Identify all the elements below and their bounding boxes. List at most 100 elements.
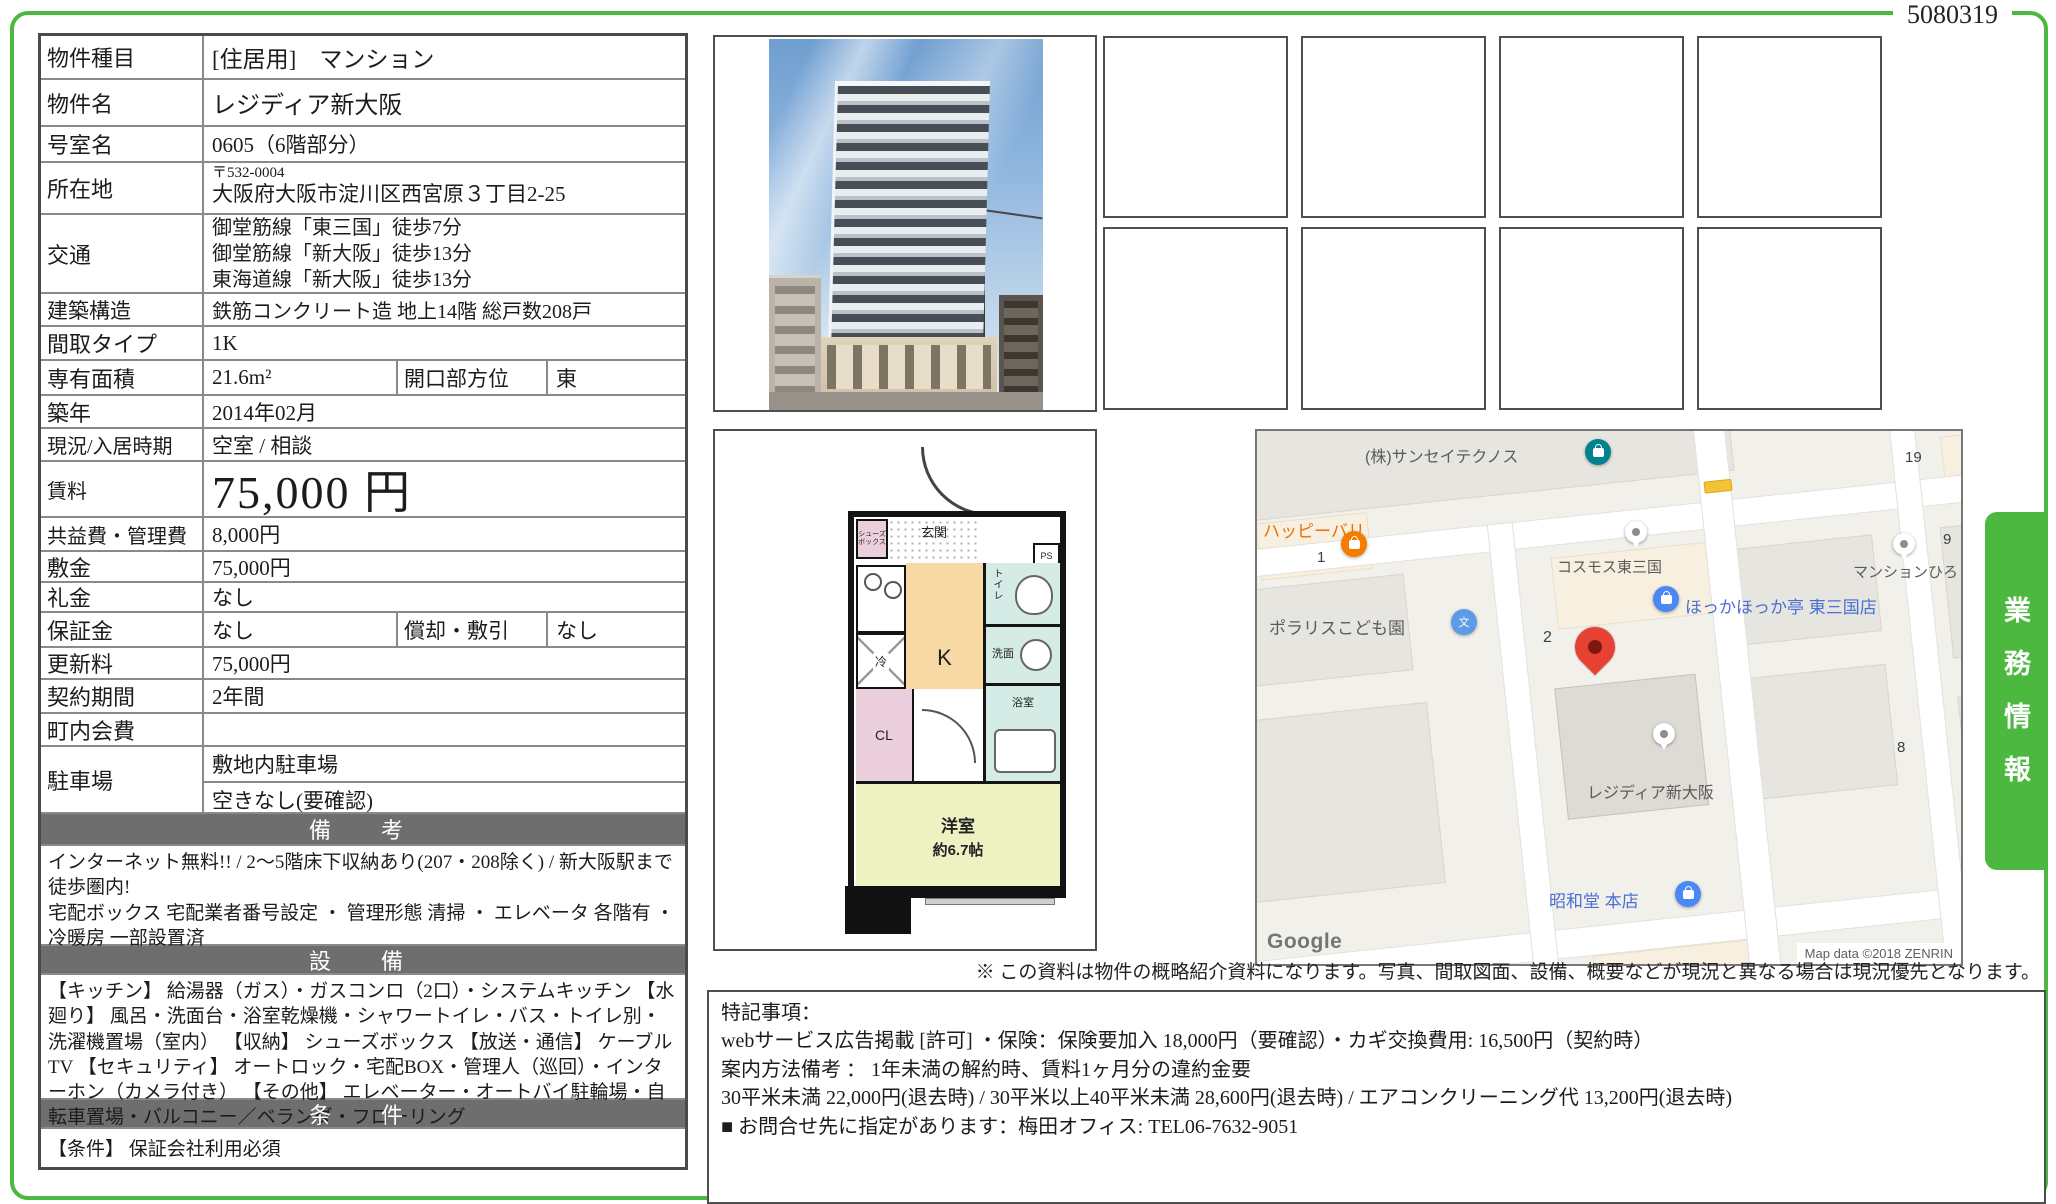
photo-slot-empty [1697, 227, 1882, 410]
address-text: 大阪府大阪市淀川区西宮原３丁目2-25 [212, 182, 677, 207]
row-value-2: 東 [548, 361, 685, 394]
conditions-text: 【条件】 保証会社利用必須 [41, 1129, 288, 1167]
property-flyer-page: 5080319 物件種目 [住居用] マンション 物件名 レジディア新大阪 号室… [0, 0, 2056, 1204]
burner-icon [864, 573, 882, 591]
map-block-number: 9 [1943, 531, 1951, 548]
table-row: 町内会費 [41, 714, 685, 747]
shop-pin-icon [1653, 586, 1679, 612]
row-label: 間取タイプ [41, 327, 204, 359]
special-notes-box: 特記事項： webサービス広告掲載 [許可] ・保険：保険要加入 18,000円… [707, 990, 2046, 1204]
entrance-hall [980, 519, 1034, 563]
map-block-number: 2 [1543, 629, 1552, 647]
disclaimer-note: ※ この資料は物件の概略紹介資料になります。写真、間取図面、設備、概要などが現況… [976, 957, 2040, 984]
table-row: 駐車場 敷地内駐車場 空きなし(要確認) [41, 747, 685, 814]
map-label-residia: レジディア新大阪 [1587, 779, 1714, 803]
row-label: 現況/入居時期 [41, 429, 204, 460]
shop-pin-icon [1675, 881, 1701, 907]
stove-unit [856, 565, 906, 633]
row-label-2: 償却・敷引 [396, 613, 548, 646]
row-value: 2年間 [204, 680, 685, 712]
row-value [204, 714, 685, 745]
row-value: 2014年02月 [204, 396, 685, 427]
row-value: 21.6m² [204, 361, 396, 394]
closet: CL [856, 689, 914, 781]
row-value: なし [204, 583, 685, 611]
washroom: 洗面 [983, 627, 1060, 683]
neighbor-building-left [769, 275, 821, 408]
row-value: 8,000円 [204, 518, 685, 550]
bathroom: 浴室 [983, 683, 1060, 781]
business-info-tab-label: 業務情報 [1996, 574, 2035, 808]
row-label: 賃料 [41, 462, 204, 516]
map-label-polaris: ポラリスこども園 [1269, 614, 1405, 639]
poi-pin-icon [1625, 521, 1647, 543]
row-label: 物件名 [41, 80, 204, 125]
table-row: 礼金 なし [41, 583, 685, 613]
property-detail-table: 物件種目 [住居用] マンション 物件名 レジディア新大阪 号室名 0605（6… [38, 33, 688, 1170]
map-road-layer [1255, 429, 1963, 966]
remarks-section-header: 備 考 [41, 814, 685, 846]
poi-pin-icon [1653, 723, 1675, 745]
table-row: 交通 御堂筋線「東三国」徒歩7分 御堂筋線「新大阪」徒歩13分 東海道線「新大阪… [41, 215, 685, 294]
photo-slot-empty [1103, 36, 1288, 218]
row-label: 物件種目 [41, 36, 204, 78]
row-label: 築年 [41, 396, 204, 427]
photo-slot-empty [1301, 227, 1486, 410]
photo-slot-empty [1499, 227, 1684, 410]
row-label: 号室名 [41, 127, 204, 161]
building-photo-image [769, 39, 1043, 410]
balcony-wall [911, 886, 1066, 898]
location-map[interactable]: (株)サンセイテクノス ハッピーバリ 1 19 9 コスモス東三国 マンションひ… [1255, 429, 1963, 966]
toilet-room: トイレ [983, 563, 1060, 627]
photo-slot-empty [1301, 36, 1486, 218]
map-label-hokka: ほっかほっか亭 東三国店 [1685, 593, 1877, 618]
transport-lines: 御堂筋線「東三国」徒歩7分 御堂筋線「新大阪」徒歩13分 東海道線「新大阪」徒歩… [204, 215, 685, 292]
shoes-box-area: シューズ ボックス [856, 519, 888, 559]
toilet-bowl-icon [1015, 575, 1053, 615]
entrance-area: 玄関 [888, 519, 980, 563]
school-pin-icon: 文 [1451, 609, 1477, 635]
table-row: 賃料 75,000 円 [41, 462, 685, 518]
parking-line-1: 敷地内駐車場 [204, 747, 685, 783]
map-label-showado: 昭和堂 本店 [1549, 887, 1639, 912]
street [769, 392, 1043, 410]
map-label-mansion-hiro: マンションひろ [1853, 561, 1958, 582]
map-block-number: 19 [1905, 449, 1922, 466]
tower-lower-floors [821, 337, 997, 399]
row-label: 専有面積 [41, 361, 204, 394]
table-row: 保証金 なし 償却・敷引 なし [41, 613, 685, 648]
row-label: 交通 [41, 215, 204, 292]
photo-slot-empty [1499, 36, 1684, 218]
table-row: 物件名 レジディア新大阪 [41, 80, 685, 127]
row-label: 所在地 [41, 163, 204, 213]
table-row: 専有面積 21.6m² 開口部方位 東 [41, 361, 685, 396]
row-label: 保証金 [41, 613, 204, 646]
photo-slot-empty [1103, 227, 1288, 410]
table-row: 号室名 0605（6階部分） [41, 127, 685, 163]
floor-plan: シューズ ボックス 玄関 PS K 冷 トイレ 洗面 CL 浴室 洋室 約6.7… [713, 429, 1097, 951]
western-room: 洋室 約6.7帖 [856, 781, 1060, 887]
row-label: 共益費・管理費 [41, 518, 204, 550]
row-value: 1K [204, 327, 685, 359]
table-row: 共益費・管理費 8,000円 [41, 518, 685, 552]
table-row: 建築構造 鉄筋コンクリート造 地上14階 総戸数208戸 [41, 294, 685, 327]
balcony [845, 886, 911, 934]
rent-value: 75,000 円 [204, 462, 685, 516]
map-label-sansei: (株)サンセイテクノス [1365, 443, 1518, 467]
building-photo [713, 35, 1097, 412]
table-row: 間取タイプ 1K [41, 327, 685, 361]
map-block-number: 8 [1897, 739, 1905, 756]
kitchen-area: K [906, 563, 983, 689]
table-row: 契約期間 2年間 [41, 680, 685, 714]
row-label: 礼金 [41, 583, 204, 611]
row-label: 契約期間 [41, 680, 204, 712]
row-label: 町内会費 [41, 714, 204, 745]
row-value: 0605（6階部分） [204, 127, 685, 161]
row-value: 75,000円 [204, 552, 685, 581]
burner-icon [884, 581, 902, 599]
company-pin-icon [1585, 439, 1611, 465]
map-block-number: 1 [1317, 549, 1325, 566]
parking-line-2: 空きなし(要確認) [204, 783, 685, 817]
business-info-tab[interactable]: 業務情報 [1985, 512, 2046, 870]
map-label-cosmos: コスモス東三国 [1557, 556, 1662, 577]
